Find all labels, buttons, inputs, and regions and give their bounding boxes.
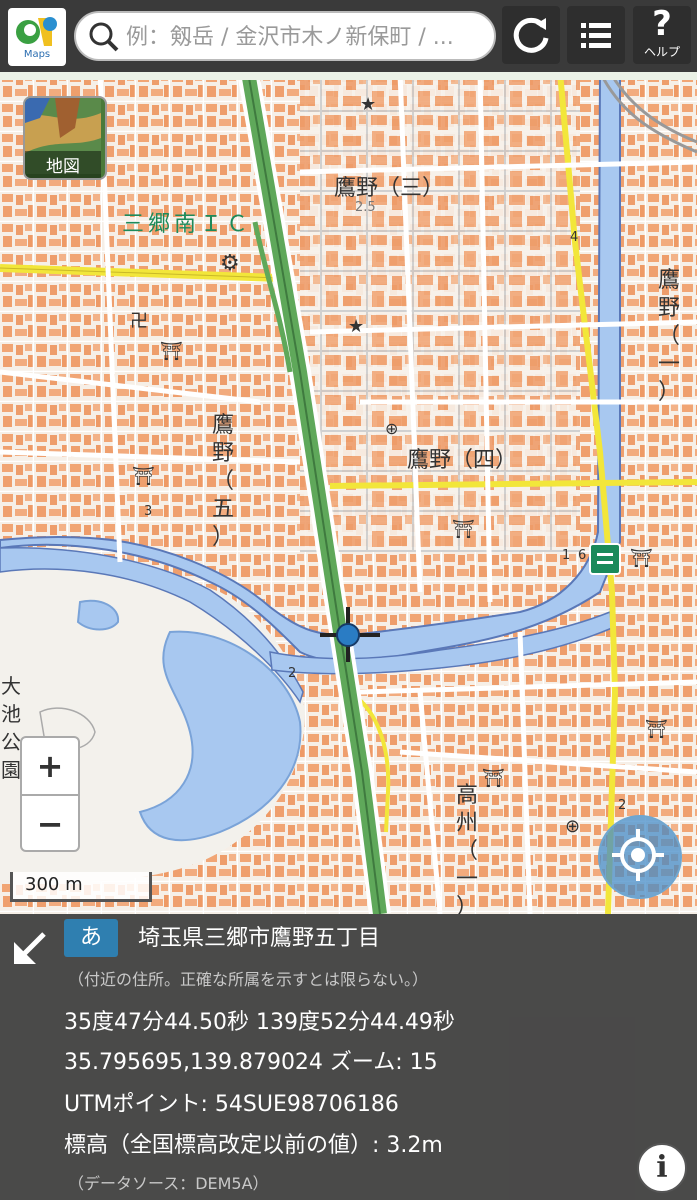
current-location-button[interactable] bbox=[598, 815, 682, 899]
zoom-in-button[interactable]: + bbox=[22, 738, 78, 794]
search-icon bbox=[89, 22, 119, 52]
info-button[interactable]: i bbox=[637, 1143, 687, 1193]
label-misato-minami-ic: 三郷南ＩＣ bbox=[122, 212, 253, 237]
label-takano-5: 鷹野（五） bbox=[211, 413, 234, 550]
zoom-control: + − bbox=[20, 736, 80, 852]
scale-label: 300 m bbox=[25, 874, 83, 895]
gps-target-icon bbox=[612, 829, 664, 881]
logo-text: Maps bbox=[23, 49, 51, 60]
search-input[interactable] bbox=[124, 19, 494, 55]
label-takano-1: 鷹野（一） bbox=[657, 268, 680, 405]
utm-point: UTMポイント: 54SUE98706186 bbox=[64, 1092, 399, 1117]
dms-coordinates: 35度47分44.50秒 139度52分44.49秒 bbox=[64, 1010, 455, 1035]
app-logo[interactable]: Maps bbox=[8, 8, 66, 66]
menu-button[interactable] bbox=[567, 6, 625, 64]
help-button[interactable]: ? ヘルプ bbox=[633, 4, 691, 64]
svg-text:★: ★ bbox=[348, 316, 364, 337]
scale-bar: 300 m bbox=[10, 872, 152, 902]
address-note: （付近の住所。正確な所属を示すとは限らない。） bbox=[68, 970, 429, 989]
label-takasu-1: 高州（一） bbox=[455, 783, 478, 914]
decimal-coordinates-zoom: 35.795695,139.879024 ズーム: 15 bbox=[64, 1050, 438, 1075]
svg-text:⊕: ⊕ bbox=[565, 816, 580, 837]
svg-text:⛩: ⛩ bbox=[160, 341, 183, 362]
label-takano-4: 鷹野（四） bbox=[407, 448, 518, 473]
help-label: ヘルプ bbox=[643, 45, 680, 59]
question-mark-icon: ? bbox=[652, 4, 672, 44]
data-source: （データソース：DEM5A） bbox=[68, 1174, 269, 1193]
svg-text:⛩: ⛩ bbox=[132, 466, 155, 487]
location-info-panel: あ 埼玉県三郷市鷹野五丁目 （付近の住所。正確な所属を示すとは限らない。） 35… bbox=[0, 914, 697, 1200]
spot-height-4: 4 bbox=[570, 230, 579, 245]
svg-text:⛩: ⛩ bbox=[482, 768, 505, 789]
spot-height-2b: 2 bbox=[618, 798, 627, 813]
spot-height-1: 1 bbox=[562, 548, 571, 563]
spot-height-2-5: 2.5 bbox=[355, 200, 376, 215]
search-box[interactable] bbox=[74, 11, 496, 61]
elevation: 標高（全国標高改定以前の値）: 3.2m bbox=[64, 1133, 443, 1158]
zoom-out-button[interactable]: − bbox=[22, 796, 78, 852]
svg-text:⚙: ⚙ bbox=[220, 251, 240, 276]
svg-text:★: ★ bbox=[360, 94, 376, 115]
base-map-layer-button[interactable]: 地図 bbox=[23, 96, 107, 180]
top-toolbar: Maps ? ヘルプ bbox=[0, 0, 697, 72]
svg-text:⛩: ⛩ bbox=[645, 719, 668, 740]
collapse-arrow-icon[interactable] bbox=[10, 928, 50, 968]
refresh-icon bbox=[513, 17, 549, 53]
spot-height-6: 6 bbox=[578, 548, 587, 563]
svg-text:⛩: ⛩ bbox=[630, 548, 653, 569]
kana-toggle-button[interactable]: あ bbox=[64, 919, 118, 957]
spot-height-3: 3 bbox=[144, 504, 153, 519]
reload-button[interactable] bbox=[502, 6, 560, 64]
spot-height-2a: 2 bbox=[288, 666, 297, 681]
svg-text:卍: 卍 bbox=[130, 311, 148, 332]
list-icon bbox=[581, 23, 611, 48]
layer-button-label: 地図 bbox=[25, 151, 101, 178]
svg-text:⊕: ⊕ bbox=[385, 419, 398, 438]
map-canvas[interactable]: ★ ★ ⛩ ⛩ ⛩ ⛩ ⛩ ⛩ ⊕ ⊕ ⚙ 卍 鷹野（三） 鷹野（四） 三郷南Ｉ… bbox=[0, 72, 697, 914]
svg-text:⛩: ⛩ bbox=[452, 519, 475, 540]
label-takano-3: 鷹野（三） bbox=[334, 176, 445, 201]
address-text: 埼玉県三郷市鷹野五丁目 bbox=[138, 926, 381, 951]
